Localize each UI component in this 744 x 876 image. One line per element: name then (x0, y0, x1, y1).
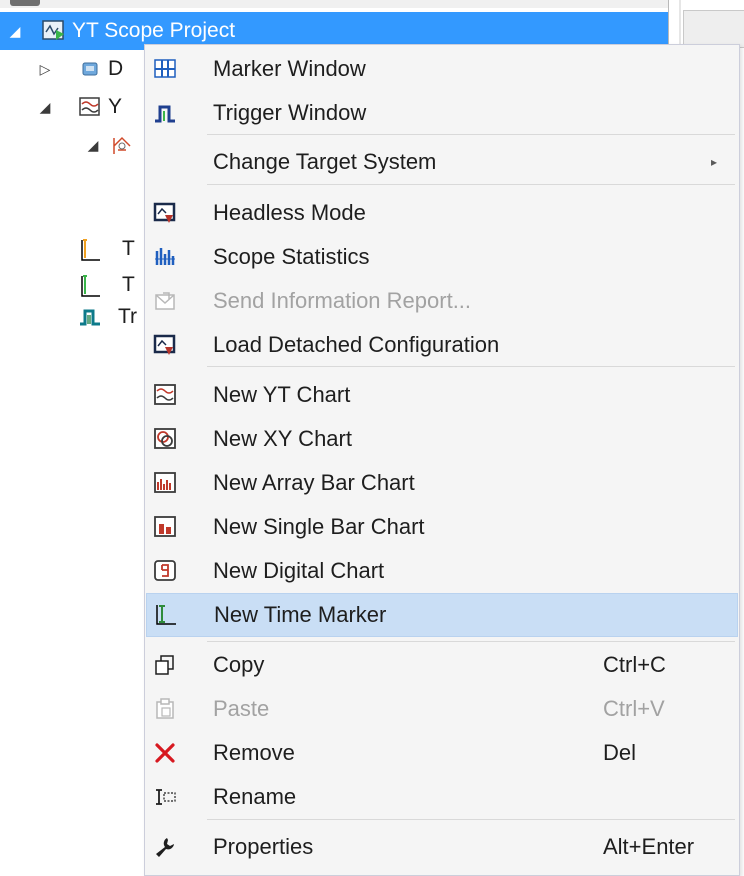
scope-statistics-icon (153, 245, 177, 269)
send-report-icon (153, 289, 177, 313)
shortcut-label: Ctrl+C (603, 652, 666, 677)
remove-icon (153, 741, 177, 765)
collapsed-arrow-icon[interactable]: ▷ (36, 61, 54, 78)
menu-item-label: Trigger Window (213, 100, 367, 125)
time-marker-green-icon (78, 274, 102, 297)
menu-item-new-single-bar-chart[interactable]: New Single Bar Chart (145, 507, 739, 547)
menu-item-change-target-system[interactable]: Change Target System ▸ (145, 142, 739, 182)
menu-separator (207, 641, 735, 642)
time-marker-orange-icon (78, 238, 102, 261)
axis-icon (110, 134, 134, 156)
yt-chart-icon (153, 383, 177, 407)
tree-project-label: YT Scope Project (72, 19, 236, 42)
shortcut-label: Ctrl+V (603, 696, 665, 721)
menu-item-label: Scope Statistics (213, 244, 370, 269)
menu-item-load-detached-configuration[interactable]: Load Detached Configuration (145, 325, 739, 365)
submenu-arrow-icon: ▸ (711, 155, 718, 169)
tree-node-yt-chart[interactable]: ◢ Y (36, 88, 122, 126)
menu-item-label: Change Target System (213, 149, 437, 174)
menu-item-label: Paste (213, 696, 270, 721)
partial-node-icon (10, 0, 40, 6)
tree-node-axis[interactable]: ◢ (84, 126, 140, 164)
menu-item-label: New Time Marker (214, 602, 387, 627)
menu-item-properties[interactable]: Properties Alt+Enter (145, 827, 739, 867)
menu-item-label: New XY Chart (213, 426, 352, 451)
tree-node-trigger[interactable]: Tr (78, 298, 137, 336)
menu-item-rename[interactable]: Rename (145, 777, 739, 817)
tree-item-label: T (122, 237, 135, 260)
digital-chart-icon (153, 559, 177, 583)
tree-item-label: Tr (118, 305, 138, 328)
top-strip (0, 0, 744, 8)
shortcut-label: Alt+Enter (603, 834, 695, 859)
xy-chart-icon (153, 427, 177, 451)
rename-icon (153, 785, 177, 809)
menu-item-headless-mode[interactable]: Headless Mode (145, 193, 739, 233)
menu-separator (207, 366, 735, 367)
menu-item-paste[interactable]: Paste Ctrl+V (145, 689, 739, 729)
yt-chart-icon (78, 96, 102, 118)
single-bar-chart-icon (153, 515, 177, 539)
trigger-icon (78, 306, 102, 328)
menu-item-copy[interactable]: Copy Ctrl+C (145, 645, 739, 685)
menu-item-new-array-bar-chart[interactable]: New Array Bar Chart (145, 463, 739, 503)
headless-mode-icon (153, 201, 177, 225)
menu-item-new-digital-chart[interactable]: New Digital Chart (145, 551, 739, 591)
menu-item-label: Headless Mode (213, 200, 366, 225)
menu-item-label: Send Information Report... (213, 288, 472, 313)
menu-item-send-information-report[interactable]: Send Information Report... (145, 281, 739, 321)
menu-item-new-xy-chart[interactable]: New XY Chart (145, 419, 739, 459)
menu-item-new-time-marker[interactable]: New Time Marker (146, 593, 738, 637)
expanded-arrow-icon[interactable]: ◢ (36, 99, 54, 116)
load-detached-config-icon (153, 333, 177, 357)
expanded-arrow-icon[interactable]: ◢ (84, 137, 102, 154)
menu-item-marker-window[interactable]: Marker Window (145, 49, 739, 89)
menu-item-label: Remove (213, 740, 295, 765)
menu-separator (207, 819, 735, 820)
menu-item-label: Properties (213, 834, 314, 859)
device-icon (78, 58, 102, 80)
array-bar-chart-icon (153, 471, 177, 495)
menu-item-label: New Single Bar Chart (213, 514, 425, 539)
time-marker-icon (154, 603, 178, 627)
menu-item-remove[interactable]: Remove Del (145, 733, 739, 773)
menu-separator (207, 184, 735, 185)
menu-item-label: New Array Bar Chart (213, 470, 415, 495)
paste-icon (153, 697, 177, 721)
scope-project-icon (42, 20, 66, 42)
menu-item-label: Rename (213, 784, 297, 809)
side-pane (683, 10, 744, 48)
expanded-arrow-icon[interactable]: ◢ (6, 23, 24, 40)
menu-item-label: Load Detached Configuration (213, 332, 500, 357)
menu-item-trigger-window[interactable]: Trigger Window (145, 93, 739, 133)
menu-item-label: New YT Chart (213, 382, 351, 407)
tree-item-label: Y (108, 95, 123, 118)
trigger-window-icon (153, 101, 177, 125)
menu-item-scope-statistics[interactable]: Scope Statistics (145, 237, 739, 277)
menu-item-label: New Digital Chart (213, 558, 385, 583)
shortcut-label: Del (603, 740, 637, 765)
copy-icon (153, 653, 177, 677)
tree-item-label: D (108, 57, 124, 80)
menu-item-label: Marker Window (213, 56, 366, 81)
menu-item-new-yt-chart[interactable]: New YT Chart (145, 375, 739, 415)
tree-node-time-marker-1[interactable]: T (78, 230, 135, 268)
menu-item-label: Copy (213, 652, 265, 677)
tree-item-label: T (122, 273, 135, 296)
marker-window-icon (153, 57, 177, 81)
menu-separator (207, 134, 735, 135)
context-menu: Marker Window Trigger Window Change Targ… (144, 44, 740, 876)
wrench-icon (153, 835, 177, 859)
tree-node-device[interactable]: ▷ D (36, 50, 124, 88)
